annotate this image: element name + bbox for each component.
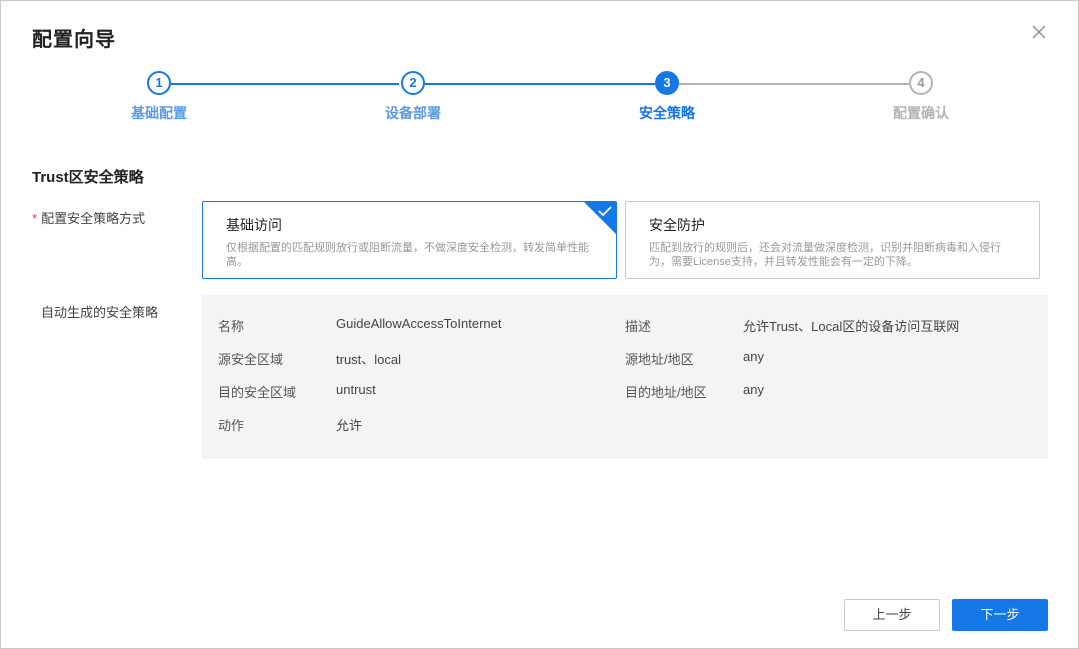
- auto-policy-label: 自动生成的安全策略: [41, 305, 159, 320]
- step-number: 3: [655, 71, 679, 95]
- auto-policy-details: 名称 GuideAllowAccessToInternet 描述 允许Trust…: [202, 295, 1048, 459]
- src-addr-value: any: [743, 349, 764, 364]
- action-key: 动作: [218, 418, 245, 433]
- policy-desc-value: 允许Trust、Local区的设备访问互联网: [743, 319, 960, 334]
- src-zone-key: 源安全区域: [218, 352, 284, 367]
- option-security-protection[interactable]: 安全防护 匹配到放行的规则后，还会对流量做深度检测，识别并阻断病毒和入侵行为，需…: [625, 201, 1040, 279]
- step-label: 基础配置: [131, 105, 187, 121]
- option-description: 匹配到放行的规则后，还会对流量做深度检测，识别并阻断病毒和入侵行为，需要Lice…: [649, 242, 1001, 268]
- option-title: 基础访问: [226, 217, 282, 233]
- policy-name-value: GuideAllowAccessToInternet: [336, 316, 502, 331]
- close-icon[interactable]: [1030, 23, 1048, 41]
- config-wizard-dialog: 配置向导 1 基础配置 2 设备部署 3 安全策略 4 配置确认 Trust区安…: [0, 0, 1079, 649]
- dst-zone-value: untrust: [336, 382, 376, 397]
- step-number: 1: [147, 71, 171, 95]
- policy-desc-key: 描述: [625, 319, 652, 334]
- dst-zone-key: 目的安全区域: [218, 385, 297, 400]
- step-label: 安全策略: [639, 105, 695, 121]
- step-label: 设备部署: [385, 105, 441, 121]
- option-basic-access[interactable]: 基础访问 仅根据配置的匹配规则放行或阻断流量，不做深度安全检测，转发简单性能高。: [202, 201, 617, 279]
- step-label: 配置确认: [893, 105, 949, 121]
- wizard-stepper: 1 基础配置 2 设备部署 3 安全策略 4 配置确认: [1, 71, 1079, 131]
- dst-addr-key: 目的地址/地区: [625, 385, 707, 400]
- src-addr-key: 源地址/地区: [625, 352, 694, 367]
- check-icon: [584, 202, 616, 234]
- policy-name-key: 名称: [218, 319, 245, 334]
- step-number: 2: [401, 71, 425, 95]
- policy-mode-label: * 配置安全策略方式: [32, 208, 145, 227]
- action-value: 允许: [336, 418, 363, 433]
- step-config-confirm: 4 配置确认: [861, 71, 981, 123]
- option-title: 安全防护: [649, 217, 705, 233]
- required-mark: *: [32, 211, 38, 226]
- section-title: Trust区安全策略: [32, 169, 144, 186]
- prev-step-button[interactable]: 上一步: [844, 599, 940, 631]
- dst-addr-value: any: [743, 382, 764, 397]
- policy-mode-label-text: 配置安全策略方式: [41, 211, 146, 226]
- next-step-button[interactable]: 下一步: [952, 599, 1048, 631]
- dialog-title: 配置向导: [32, 29, 116, 51]
- step-number: 4: [909, 71, 933, 95]
- step-basic-config[interactable]: 1 基础配置: [99, 71, 219, 123]
- step-device-deploy[interactable]: 2 设备部署: [353, 71, 473, 123]
- option-description: 仅根据配置的匹配规则放行或阻断流量，不做深度安全检测，转发简单性能高。: [226, 242, 589, 268]
- src-zone-value: trust、local: [336, 352, 402, 367]
- step-security-policy[interactable]: 3 安全策略: [607, 71, 727, 123]
